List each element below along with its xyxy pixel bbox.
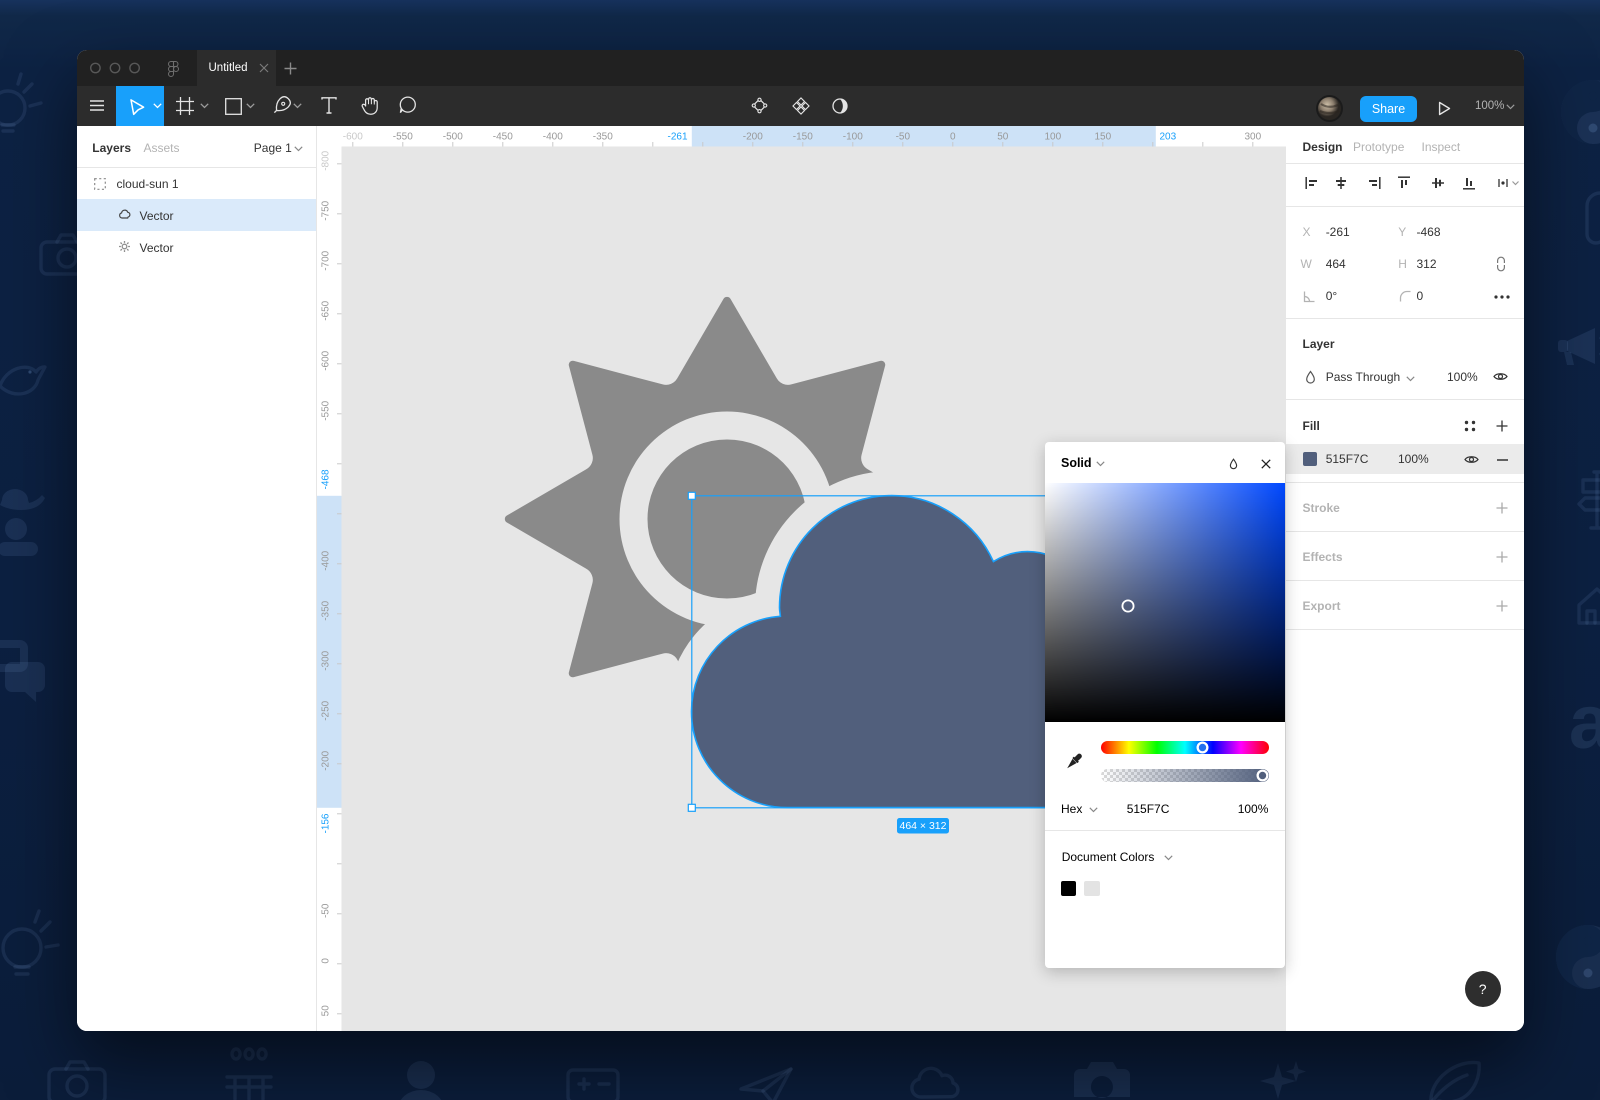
svg-text:a: a [1569,680,1600,765]
svg-text:-400: -400 [320,550,331,570]
svg-text:-500: -500 [442,131,462,142]
svg-text:50: 50 [320,1004,331,1016]
svg-text:-600: -600 [342,131,362,142]
svg-text:50: 50 [997,131,1009,142]
svg-text:-200: -200 [320,750,331,770]
svg-text:-261: -261 [667,131,687,142]
svg-text:-300: -300 [320,650,331,670]
svg-text:150: 150 [1094,131,1111,142]
svg-text:-650: -650 [320,300,331,320]
svg-text:-50: -50 [895,131,910,142]
svg-text:-700: -700 [320,250,331,270]
svg-text:-600: -600 [320,350,331,370]
svg-text:-100: -100 [842,131,862,142]
svg-text:203: 203 [1159,131,1176,142]
svg-text:0: 0 [320,957,331,963]
svg-text:-350: -350 [592,131,612,142]
svg-text:-250: -250 [320,700,331,720]
svg-text:-450: -450 [492,131,512,142]
svg-text:-800: -800 [320,150,331,170]
svg-text:-150: -150 [792,131,812,142]
svg-text:-750: -750 [320,200,331,220]
svg-text:-350: -350 [320,600,331,620]
svg-text:-200: -200 [742,131,762,142]
svg-text:-156: -156 [320,813,331,833]
svg-text:300: 300 [1244,131,1261,142]
svg-text:0: 0 [950,131,956,142]
svg-text:-50: -50 [320,903,331,918]
svg-text:-400: -400 [542,131,562,142]
svg-text:100: 100 [1044,131,1061,142]
svg-text:-468: -468 [320,469,331,489]
svg-text:464 × 312: 464 × 312 [899,820,946,832]
svg-text:-550: -550 [392,131,412,142]
svg-text:-550: -550 [320,400,331,420]
